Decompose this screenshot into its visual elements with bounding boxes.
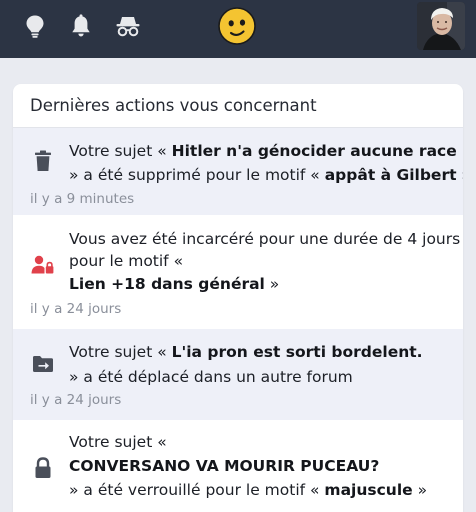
folder-move-icon [31,352,55,376]
notification-text: Vous avez été incarcéré pour une durée d… [69,230,461,248]
notification-text: Votre sujet « [69,343,172,361]
bell-icon[interactable] [66,11,96,41]
notification-item[interactable]: Votre sujet « L'ia pron est sorti bordel… [13,329,463,420]
lock-icon [31,456,55,480]
user-lock-icon [31,253,55,277]
topic-title-link[interactable]: Hitler n'a génocider aucune race [172,142,457,160]
notification-text: » a été verrouillé pour le motif « [69,481,325,499]
trash-icon [31,149,55,173]
notification-item[interactable]: Vous avez été incarcéré pour une durée d… [13,215,463,329]
reason-text: Lien +18 dans général [69,275,265,293]
notifications-card: Dernières actions vous concernant Votre … [13,84,463,512]
timestamp: il y a 9 minutes [30,191,135,207]
notification-text: » a été déplacé dans un autre forum [69,368,353,386]
topic-title-link[interactable]: L'ia pron est sorti bordelent. [172,343,423,361]
card-title: Dernières actions vous concernant [30,96,317,115]
notification-text: pour le motif « [69,252,184,270]
incognito-icon[interactable] [113,11,143,41]
topic-title-link[interactable]: CONVERSANO VA MOURIR PUCEAU? [69,457,379,475]
notification-text: Votre sujet « [69,433,167,451]
timestamp: il y a 24 jours [30,392,122,408]
notification-text: » [264,275,280,293]
reason-text: majuscule [324,481,413,499]
user-avatar[interactable] [417,2,465,50]
notification-item[interactable]: Votre sujet « Hitler n'a génocider aucun… [13,128,463,215]
notification-item[interactable]: Votre sujet « CONVERSANO VA MOURIR PUCEA… [13,420,463,512]
notification-text: » a été supprimé pour le motif « [69,166,325,184]
smiley-emoji[interactable] [218,7,256,45]
notification-text: » [412,481,428,499]
top-navbar [0,0,476,58]
lightbulb-icon[interactable] [20,11,50,41]
notification-text: Votre sujet « [69,142,172,160]
notification-text: » [457,166,463,184]
timestamp: il y a 24 jours [30,301,122,317]
reason-text: appât à Gilbert [324,166,457,184]
